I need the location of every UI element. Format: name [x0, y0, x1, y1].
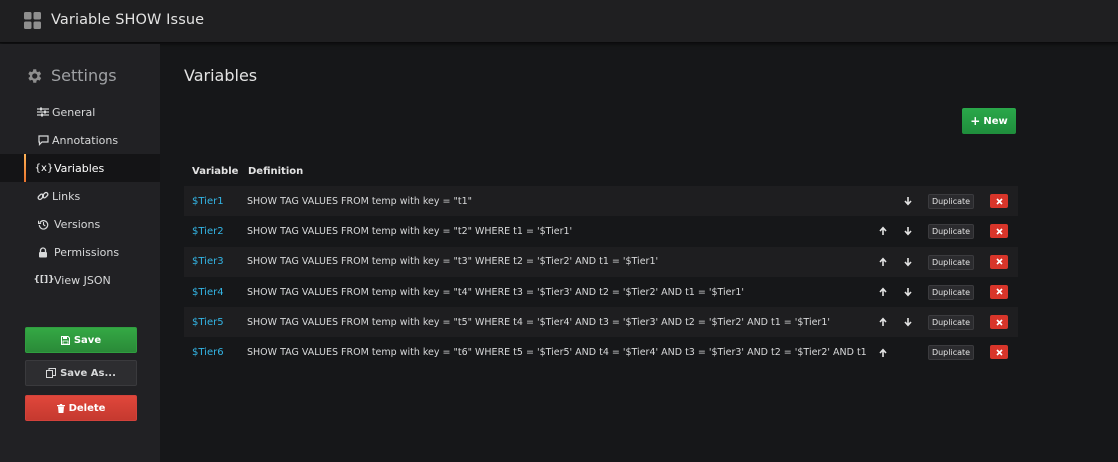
variable-definition: SHOW TAG VALUES FROM temp with key = "t6…	[247, 347, 869, 359]
settings-heading-label: Settings	[51, 66, 117, 85]
table-row: $Tier3 SHOW TAG VALUES FROM temp with ke…	[184, 246, 1018, 277]
arrow-down-icon[interactable]	[901, 216, 915, 246]
sliders-icon	[36, 106, 50, 118]
save-as-button[interactable]: Save As...	[25, 360, 137, 386]
duplicate-button[interactable]: Duplicate	[928, 284, 974, 300]
duplicate-button[interactable]: Duplicate	[928, 315, 974, 331]
sidebar-item-versions[interactable]: Versions	[0, 210, 160, 238]
dashboard-title[interactable]: Variable SHOW Issue	[51, 12, 204, 28]
variable-name-link[interactable]: $Tier4	[192, 277, 224, 307]
remove-button[interactable]	[990, 315, 1008, 330]
close-icon	[995, 197, 1003, 205]
variable-definition: SHOW TAG VALUES FROM temp with key = "t5…	[247, 316, 830, 328]
settings-nav: General Annotations {x} Variables Links …	[0, 98, 160, 294]
sidebar-item-view-json[interactable]: {[]} View JSON	[0, 266, 160, 294]
copy-icon	[46, 368, 57, 378]
arrow-down-icon[interactable]	[901, 186, 915, 216]
delete-button-label: Delete	[68, 402, 106, 414]
close-icon	[995, 228, 1003, 235]
sidebar-item-label: View JSON	[54, 273, 111, 287]
page-title: Variables	[184, 66, 258, 85]
close-icon	[995, 319, 1003, 326]
table-row: $Tier2 SHOW TAG VALUES FROM temp with ke…	[184, 216, 1018, 246]
arrow-up-icon[interactable]	[876, 216, 890, 246]
settings-sidebar: Settings General Annotations {x} Variabl…	[0, 44, 160, 462]
sidebar-item-label: Variables	[54, 161, 105, 175]
variable-definition: SHOW TAG VALUES FROM temp with key = "t2…	[247, 225, 573, 237]
sidebar-item-label: Annotations	[52, 133, 119, 147]
new-variable-button[interactable]: + New	[962, 108, 1016, 134]
remove-button[interactable]	[990, 284, 1008, 299]
close-icon	[995, 349, 1003, 356]
close-icon	[995, 258, 1003, 265]
variable-definition: SHOW TAG VALUES FROM temp with key = "t3…	[247, 256, 659, 268]
gear-icon	[25, 67, 43, 85]
table-row: $Tier5 SHOW TAG VALUES FROM temp with ke…	[184, 307, 1018, 338]
remove-button[interactable]	[990, 345, 1008, 360]
floppy-icon	[60, 335, 70, 345]
variable-name-link[interactable]: $Tier3	[192, 247, 224, 277]
save-as-button-label: Save As...	[60, 367, 116, 379]
main-content: Variables + New Variable Definition $Tie…	[160, 44, 1118, 462]
variable-name-link[interactable]: $Tier5	[192, 307, 224, 337]
braces-icon: {x}	[34, 162, 54, 174]
remove-button[interactable]	[990, 224, 1008, 239]
sidebar-item-links[interactable]: Links	[0, 182, 160, 210]
trash-icon	[56, 403, 65, 413]
arrow-down-icon[interactable]	[901, 277, 915, 307]
duplicate-button[interactable]: Duplicate	[928, 224, 974, 240]
variables-table: $Tier1 SHOW TAG VALUES FROM temp with ke…	[184, 186, 1018, 368]
link-icon	[36, 190, 50, 202]
column-header-variable: Variable	[192, 166, 239, 177]
arrow-down-icon[interactable]	[901, 307, 915, 337]
sidebar-item-variables[interactable]: {x} Variables	[0, 154, 160, 182]
table-row: $Tier6 SHOW TAG VALUES FROM temp with ke…	[184, 337, 1018, 367]
variable-name-link[interactable]: $Tier2	[192, 216, 224, 246]
settings-heading: Settings	[25, 66, 117, 85]
new-button-label: New	[983, 115, 1008, 127]
plus-icon: +	[970, 114, 981, 128]
arrow-up-icon[interactable]	[876, 337, 890, 367]
variable-name-link[interactable]: $Tier1	[192, 186, 224, 216]
sidebar-item-label: Links	[52, 189, 81, 203]
duplicate-button[interactable]: Duplicate	[928, 345, 974, 361]
save-button[interactable]: Save	[25, 327, 137, 353]
variable-definition: SHOW TAG VALUES FROM temp with key = "t4…	[247, 286, 745, 298]
delete-button[interactable]: Delete	[25, 395, 137, 421]
sidebar-item-permissions[interactable]: Permissions	[0, 238, 160, 266]
arrow-down-icon[interactable]	[901, 247, 915, 277]
sidebar-item-label: Versions	[54, 217, 101, 231]
duplicate-button[interactable]: Duplicate	[928, 194, 974, 209]
remove-button[interactable]	[990, 254, 1008, 269]
sidebar-item-label: Permissions	[54, 245, 120, 259]
variable-definition: SHOW TAG VALUES FROM temp with key = "t1…	[247, 195, 473, 207]
sidebar-item-general[interactable]: General	[0, 98, 160, 126]
variable-name-link[interactable]: $Tier6	[192, 337, 224, 367]
sidebar-item-label: General	[52, 105, 96, 119]
comment-icon	[36, 134, 50, 146]
column-header-definition: Definition	[248, 166, 304, 177]
table-row: $Tier4 SHOW TAG VALUES FROM temp with ke…	[184, 277, 1018, 307]
lock-icon	[36, 246, 50, 258]
save-button-label: Save	[73, 334, 102, 346]
sidebar-item-annotations[interactable]: Annotations	[0, 126, 160, 154]
remove-button[interactable]	[990, 194, 1008, 208]
grid-icon[interactable]	[24, 12, 41, 29]
json-icon: {[]}	[33, 275, 55, 285]
arrow-up-icon[interactable]	[876, 277, 890, 307]
table-row: $Tier1 SHOW TAG VALUES FROM temp with ke…	[184, 186, 1018, 217]
duplicate-button[interactable]: Duplicate	[928, 254, 974, 270]
close-icon	[995, 288, 1003, 295]
top-navbar: Variable SHOW Issue	[0, 0, 1118, 43]
history-icon	[36, 218, 50, 230]
arrow-up-icon[interactable]	[876, 247, 890, 277]
arrow-up-icon[interactable]	[876, 307, 890, 337]
